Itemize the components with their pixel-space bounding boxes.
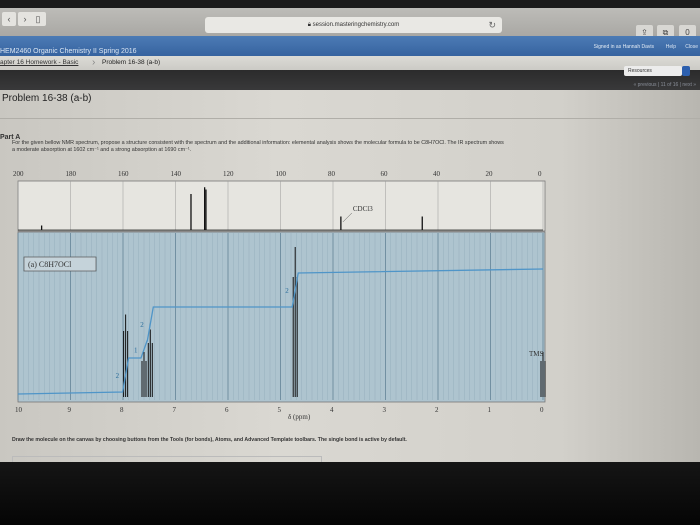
- h1-tick-label: 0: [540, 406, 544, 414]
- integral-value: 1: [134, 347, 138, 355]
- h1-peak-label: TMS: [529, 350, 544, 358]
- x-axis-label: δ (ppm): [288, 413, 311, 421]
- integral-value: 2: [285, 287, 289, 295]
- sample-label: (a) C8H7OCl: [28, 260, 72, 269]
- c13-tick-label: 0: [538, 170, 542, 178]
- c13-tick-label: 180: [66, 170, 77, 178]
- nmr-spectrum: CDCl3TMS2122 (a) C8H7OCl δ (ppm) 200 180 1…: [13, 170, 546, 421]
- screen-bezel: [0, 462, 700, 525]
- c13-tick-label: 40: [433, 170, 441, 178]
- c13-tick-label: 140: [171, 170, 182, 178]
- c13-tick-label: 120: [223, 170, 234, 178]
- h1-tick-label: 2: [435, 406, 439, 414]
- c13-tick-label: 200: [13, 170, 24, 178]
- c13-panel: [17, 180, 546, 232]
- h1-panel: [17, 231, 546, 403]
- c13-tick-label: 60: [381, 170, 389, 178]
- integral-value: 2: [116, 372, 120, 380]
- integral-value: 2: [140, 321, 144, 329]
- h1-tick-label: 4: [330, 406, 334, 414]
- h1-tick-label: 9: [68, 406, 72, 414]
- c13-tick-label: 100: [276, 170, 287, 178]
- h1-tick-label: 3: [383, 406, 387, 414]
- c13-tick-label: 160: [118, 170, 129, 178]
- h1-tick-label: 7: [173, 406, 177, 414]
- h1-tick-label: 5: [278, 406, 282, 414]
- h1-tick-label: 1: [488, 406, 492, 414]
- c13-peak-label: CDCl3: [353, 205, 373, 213]
- c13-tick-label: 80: [328, 170, 336, 178]
- h1-tick-label: 6: [225, 406, 229, 414]
- h1-tick-label: 8: [120, 406, 124, 414]
- c13-tick-label: 20: [486, 170, 494, 178]
- h1-tick-label: 10: [15, 406, 23, 414]
